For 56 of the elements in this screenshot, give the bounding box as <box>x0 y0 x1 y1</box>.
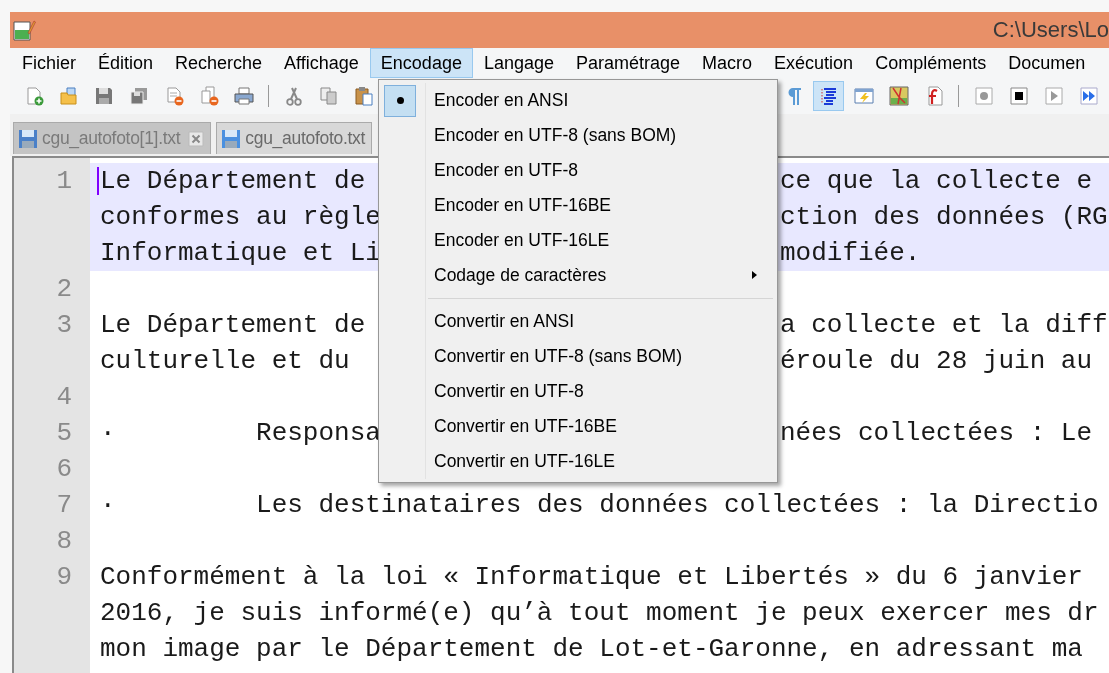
menu-item[interactable]: Édition <box>87 48 165 78</box>
code-line: éroule du 28 juin au <box>780 345 1094 378</box>
menu-item[interactable]: Macro <box>691 48 764 78</box>
menu-item[interactable]: Langage <box>472 48 565 78</box>
menu-item[interactable]: Fichier <box>11 48 87 78</box>
line-number: 8 <box>56 526 72 556</box>
submenu-arrow-icon <box>752 271 757 279</box>
menu-item[interactable]: Convertir en UTF-8 <box>434 381 584 402</box>
menu-item[interactable]: Paramétrage <box>565 48 692 78</box>
code-line: a collecte et la diff <box>780 309 1109 342</box>
menu-item[interactable]: Encoder en UTF-16BE <box>434 195 612 216</box>
notepad-icon <box>12 18 36 42</box>
code-line: · Les destinataires des données collectées : la Directio <box>100 490 1099 520</box>
indent-guide-icon[interactable] <box>813 81 844 111</box>
text-caret <box>97 167 99 195</box>
code-line: modifiée. <box>780 237 922 270</box>
menu-item[interactable]: Recherche <box>164 48 274 78</box>
menu-item[interactable]: Convertir en UTF-8 (sans BOM) <box>434 346 682 367</box>
code-line: Le Département de <box>100 309 367 342</box>
code-line: Le Département de <box>100 165 367 198</box>
code-line: · Responsa <box>100 417 380 450</box>
menu-item[interactable]: Encodage <box>369 48 473 78</box>
code-line: culturelle et du <box>100 345 351 378</box>
menu-item[interactable]: Codage de caractères <box>434 265 607 286</box>
code-line: ction des données (RG <box>780 201 1109 234</box>
menu-item[interactable]: Documen <box>997 48 1097 78</box>
file-tab[interactable]: cgu_autofoto.txt <box>216 122 373 154</box>
line-number: 6 <box>56 454 72 484</box>
menu-item[interactable]: Convertir en UTF-16BE <box>434 416 617 437</box>
window-title: C:\Users\Lo <box>992 17 1109 43</box>
code-line: nées collectées : Le <box>780 417 1094 450</box>
menu-item[interactable]: Encoder en UTF-8 <box>434 160 578 181</box>
menu-item[interactable]: Convertir en UTF-16LE <box>434 451 615 472</box>
save-icon <box>221 128 242 149</box>
menu-item[interactable]: Affichage <box>273 48 370 78</box>
line-number: 2 <box>56 274 72 304</box>
close-tab-icon[interactable] <box>188 130 205 147</box>
menu-item[interactable]: Compléments <box>864 48 998 78</box>
code-line: conformes au règle <box>100 201 380 234</box>
line-number: 3 <box>56 310 72 340</box>
menu-item[interactable]: Encoder en ANSI <box>434 90 569 111</box>
line-number: 4 <box>56 382 72 412</box>
menu-item[interactable]: Encoder en UTF-8 (sans BOM) <box>434 125 677 146</box>
menu-item[interactable]: Exécution <box>763 48 865 78</box>
code-line: Informatique et Li <box>100 237 380 270</box>
code-line: ce que la collecte e <box>780 165 1094 198</box>
line-number: 5 <box>56 418 72 448</box>
line-number: 9 <box>56 562 72 592</box>
code-line: Conformément à la loi « Informatique et Libertés » du 6 janvier <box>100 562 1083 592</box>
line-number: 1 <box>56 166 72 196</box>
code-line: 2016, je suis informé(e) qu’à tout moment je peux exercer mes dr <box>100 598 1099 628</box>
menu-item[interactable]: Convertir en ANSI <box>434 311 575 332</box>
menu-item[interactable]: Encoder en UTF-16LE <box>434 230 610 251</box>
code-line: mon image par le Département de Lot-et-Garonne, en adressant ma <box>100 634 1083 664</box>
save-icon <box>18 128 38 149</box>
line-number: 7 <box>56 490 72 520</box>
